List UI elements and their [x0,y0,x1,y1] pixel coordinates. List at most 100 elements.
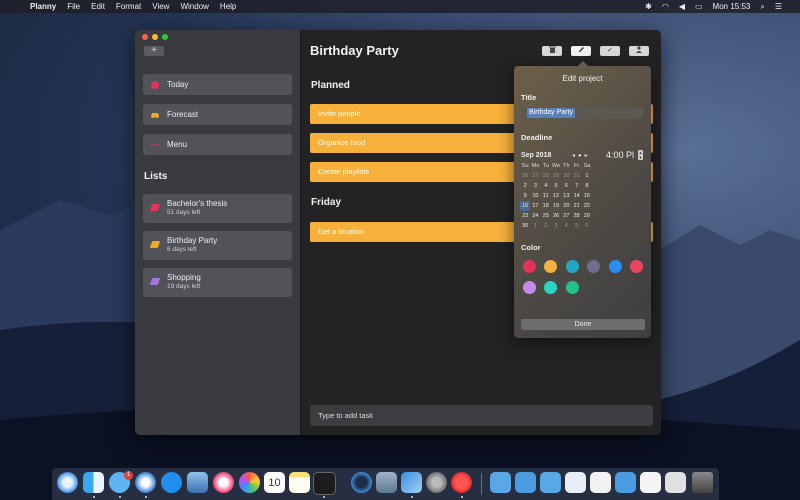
wifi-icon[interactable]: ◠ [662,2,669,11]
calendar-day[interactable]: 29 [582,211,592,221]
calendar-day[interactable]: 15 [582,191,592,201]
sidebar-list-shopping[interactable]: Shopping 19 days left [143,268,292,297]
color-swatch[interactable] [544,281,557,294]
time-field[interactable]: 4:00 Pl [606,150,634,160]
calendar-day[interactable]: 6 [582,221,592,231]
title-field[interactable]: Birthday Party [521,107,643,119]
calendar-day[interactable]: 26 [520,171,530,181]
menu-window[interactable]: Window [180,2,208,11]
calendar-day[interactable]: 29 [551,171,561,181]
calendar-day[interactable]: 18 [541,201,551,211]
calendar-day[interactable]: 24 [530,211,540,221]
folder-icon[interactable] [615,472,636,493]
share-project-button[interactable] [629,46,649,56]
document-icon[interactable] [590,472,611,493]
color-swatch[interactable] [630,260,643,273]
zoom-window-button[interactable] [162,34,168,40]
calendar-day[interactable]: 10 [530,191,540,201]
calendar-day[interactable]: 12 [551,191,561,201]
calendar-day[interactable]: 28 [541,171,551,181]
quicktime-icon[interactable] [351,472,372,493]
add-list-button[interactable]: + [144,46,164,56]
delete-project-button[interactable] [542,46,562,56]
calendar-day[interactable]: 25 [541,211,551,221]
today-dot-icon[interactable]: ● [578,153,585,159]
edit-project-button[interactable] [571,46,591,56]
calendar-day[interactable]: 28 [571,211,581,221]
calendar-day[interactable]: 13 [561,191,571,201]
sidebar-item-today[interactable]: Today [143,74,292,95]
notification-center-icon[interactable]: ☰ [775,2,782,11]
folder-icon[interactable] [490,472,511,493]
sidebar-item-menu[interactable]: Menu [143,134,292,155]
menu-view[interactable]: View [152,2,169,11]
music-file-icon[interactable] [640,472,661,493]
calendar-day[interactable]: 23 [520,211,530,221]
complete-project-button[interactable]: ✓ [600,46,620,56]
done-button[interactable]: Done [521,319,645,330]
preview-icon[interactable] [187,472,208,493]
trash-icon[interactable] [692,472,713,493]
document-icon[interactable] [565,472,586,493]
calendar-day[interactable]: 5 [551,181,561,191]
calendar-day[interactable]: 1 [582,171,592,181]
spotlight-icon[interactable]: ⌕ [760,2,764,12]
color-swatch[interactable] [609,260,622,273]
next-month-icon[interactable]: ▸ [585,153,591,159]
calendar-day[interactable]: 4 [541,181,551,191]
calendar-day[interactable]: 5 [571,221,581,231]
terminal-icon[interactable] [313,472,336,495]
color-swatch[interactable] [566,260,579,273]
calendar-day[interactable]: 3 [530,181,540,191]
calendar-app-icon[interactable]: 10 [264,472,285,493]
calendar-day[interactable]: 30 [561,171,571,181]
safari-browser-icon[interactable] [135,472,156,493]
calendar-day[interactable]: 19 [551,201,561,211]
calendar-day[interactable]: 2 [520,181,530,191]
image-capture-icon[interactable] [376,472,397,493]
menu-clock[interactable]: Mon 15:53 [713,2,751,11]
photos-icon[interactable] [239,472,260,493]
calendar-day[interactable]: 21 [571,201,581,211]
calendar-day[interactable]: 20 [561,201,571,211]
volume-icon[interactable]: ◀ [679,2,685,11]
calendar-day[interactable]: 9 [520,191,530,201]
calendar-day[interactable]: 31 [571,171,581,181]
calendar-day[interactable]: 6 [561,181,571,191]
calendar-day[interactable]: 27 [530,171,540,181]
menu-app-name[interactable]: Planny [30,2,56,11]
calendar-day[interactable]: 3 [551,221,561,231]
battery-icon[interactable]: ▭ [695,2,703,11]
system-preferences-icon[interactable] [426,472,447,493]
notes-icon[interactable] [289,472,310,493]
menu-edit[interactable]: Edit [91,2,105,11]
music-icon[interactable] [213,472,234,493]
safari-icon[interactable] [57,472,78,493]
calendar-day[interactable]: 30 [520,221,530,231]
xcode-icon[interactable] [401,472,422,493]
color-swatch[interactable] [523,281,536,294]
add-task-input[interactable]: Type to add task [310,405,653,426]
planny-app-icon[interactable] [451,472,472,493]
minimize-window-button[interactable] [152,34,158,40]
close-window-button[interactable] [142,34,148,40]
menu-file[interactable]: File [67,2,80,11]
document-icon[interactable] [665,472,686,493]
sidebar-list-birthday-party[interactable]: Birthday Party 6 days left [143,231,292,260]
menu-format[interactable]: Format [116,2,141,11]
calendar-day[interactable]: 22 [582,201,592,211]
folder-icon[interactable] [540,472,561,493]
calendar-day-selected[interactable]: 16 [520,201,531,211]
calendar-day[interactable]: 2 [541,221,551,231]
calendar-day[interactable]: 1 [530,221,540,231]
menu-help[interactable]: Help [220,2,236,11]
color-swatch[interactable] [587,260,600,273]
calendar-day[interactable]: 7 [571,181,581,191]
calendar-day[interactable]: 14 [571,191,581,201]
color-swatch[interactable] [523,260,536,273]
color-swatch[interactable] [566,281,579,294]
calendar-day[interactable]: 27 [561,211,571,221]
sidebar-item-forecast[interactable]: Forecast [143,104,292,125]
folder-icon[interactable] [515,472,536,493]
app-store-icon[interactable] [161,472,182,493]
